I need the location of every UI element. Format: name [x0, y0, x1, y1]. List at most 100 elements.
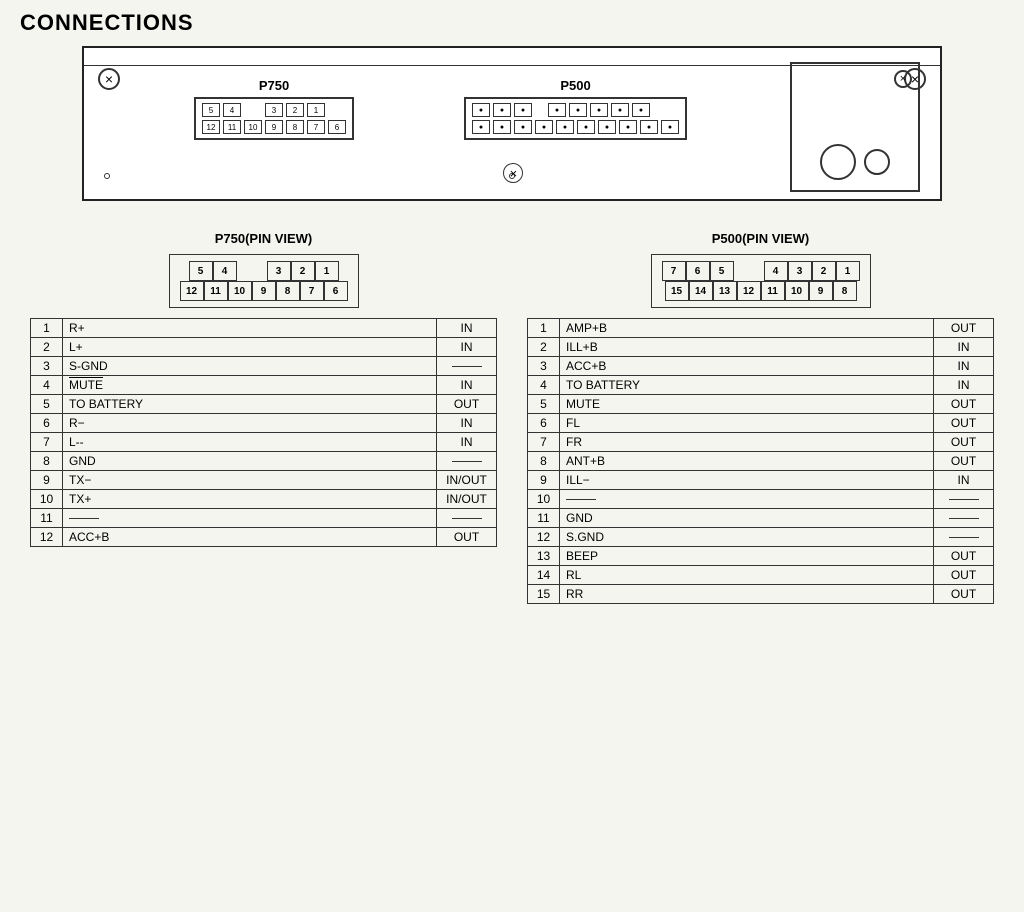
p500-pin-d5: ● — [556, 120, 574, 134]
pd-p500-1: 1 — [836, 261, 860, 281]
right-circles — [820, 144, 890, 180]
table-row: 2ILL+BIN — [528, 338, 994, 357]
pd-p500-gap — [734, 261, 764, 281]
pin-name: S.GND — [560, 528, 934, 547]
pin-direction — [934, 528, 994, 547]
table-row: 6R−IN — [31, 414, 497, 433]
p750-pin-4: 4 — [223, 103, 241, 117]
table-row: 7FROUT — [528, 433, 994, 452]
pin-direction: OUT — [934, 452, 994, 471]
pd-p500-3: 3 — [788, 261, 812, 281]
pin-direction: IN — [437, 414, 497, 433]
pin-name: FR — [560, 433, 934, 452]
table-row: 5MUTEOUT — [528, 395, 994, 414]
pin-name: R− — [63, 414, 437, 433]
p500-pin-d7: ● — [598, 120, 616, 134]
pin-name: TO BATTERY — [560, 376, 934, 395]
pin-name: RL — [560, 566, 934, 585]
pin-name: ILL+B — [560, 338, 934, 357]
p750-pin-11: 11 — [223, 120, 241, 134]
p750-conn-table: 1R+IN2L+IN3S-GND4MUTEIN5TO BATTERYOUT6R−… — [30, 318, 497, 547]
table-row: 8GND — [31, 452, 497, 471]
p750-diag-label: P750 — [259, 78, 289, 93]
pd-p750-2: 2 — [291, 261, 315, 281]
pin-number: 8 — [528, 452, 560, 471]
p750-pin-9: 9 — [265, 120, 283, 134]
pin-number: 11 — [31, 509, 63, 528]
pin-name: MUTE — [560, 395, 934, 414]
p500-table-block: P500(PIN VIEW) 7 6 5 4 3 2 1 15 14 13 12… — [527, 231, 994, 604]
right-connector-section — [790, 62, 920, 192]
table-row: 4MUTEIN — [31, 376, 497, 395]
pin-number: 15 — [528, 585, 560, 604]
pin-number: 6 — [528, 414, 560, 433]
pin-name: TO BATTERY — [63, 395, 437, 414]
table-row: 3ACC+BIN — [528, 357, 994, 376]
pin-name: FL — [560, 414, 934, 433]
pin-number: 10 — [528, 490, 560, 509]
pd-p500-6: 6 — [686, 261, 710, 281]
p750-table-block: P750(PIN VIEW) 5 4 3 2 1 12 11 10 9 8 7 … — [30, 231, 497, 547]
table-row: 2L+IN — [31, 338, 497, 357]
pd-p750-8: 8 — [276, 281, 300, 301]
pin-number: 7 — [528, 433, 560, 452]
pd-p500-8: 8 — [833, 281, 857, 301]
pin-name: S-GND — [63, 357, 437, 376]
pin-number: 7 — [31, 433, 63, 452]
table-row: 7L--IN — [31, 433, 497, 452]
p500-pin-d6: ● — [577, 120, 595, 134]
p750-center-gap — [244, 103, 262, 117]
pin-number: 5 — [528, 395, 560, 414]
pd-p750-4: 4 — [213, 261, 237, 281]
pin-number: 1 — [31, 319, 63, 338]
pin-number: 3 — [31, 357, 63, 376]
pin-name: ACC+B — [63, 528, 437, 547]
pin-name: R+ — [63, 319, 437, 338]
pin-direction — [934, 509, 994, 528]
pin-number: 6 — [31, 414, 63, 433]
table-row: 10 — [528, 490, 994, 509]
pin-name: RR — [560, 585, 934, 604]
pd-p750-12: 12 — [180, 281, 204, 301]
pin-name — [560, 490, 934, 509]
pin-number: 4 — [31, 376, 63, 395]
p750-row1: 5 4 3 2 1 — [202, 103, 346, 117]
pin-direction — [934, 490, 994, 509]
p750-connector-block: P750 5 4 3 2 1 12 11 10 9 8 7 6 — [194, 78, 354, 140]
p750-pin-7: 7 — [307, 120, 325, 134]
p500-pin-dot8: ● — [632, 103, 650, 117]
p500-pin-d2: ● — [493, 120, 511, 134]
table-row: 8ANT+BOUT — [528, 452, 994, 471]
pd-p500-5: 5 — [710, 261, 734, 281]
pd-p500-14: 14 — [689, 281, 713, 301]
pd-p500-7: 7 — [662, 261, 686, 281]
pin-name: GND — [560, 509, 934, 528]
pd-p750-9: 9 — [252, 281, 276, 301]
p750-diagram-row1: 5 4 3 2 1 — [189, 261, 339, 281]
pd-p500-9: 9 — [809, 281, 833, 301]
pin-number: 12 — [528, 528, 560, 547]
p500-pin-dot2: ● — [493, 103, 511, 117]
p500-pin-d3: ● — [514, 120, 532, 134]
pin-name — [63, 509, 437, 528]
table-row: 14RLOUT — [528, 566, 994, 585]
table-row: 9TX−IN/OUT — [31, 471, 497, 490]
pin-name: TX+ — [63, 490, 437, 509]
p500-pin-d8: ● — [619, 120, 637, 134]
p750-connector-drawing: 5 4 3 2 1 12 11 10 9 8 7 6 — [194, 97, 354, 140]
pin-direction: IN — [437, 433, 497, 452]
pin-direction: IN — [437, 376, 497, 395]
pin-number: 4 — [528, 376, 560, 395]
p750-row2: 12 11 10 9 8 7 6 — [202, 120, 346, 134]
p500-gap-top — [535, 103, 545, 117]
table-row: 9ILL−IN — [528, 471, 994, 490]
pin-direction: OUT — [934, 566, 994, 585]
pd-p750-6: 6 — [324, 281, 348, 301]
pd-p750-gap — [237, 261, 267, 281]
pin-direction: IN — [934, 338, 994, 357]
pin-name: AMP+B — [560, 319, 934, 338]
pd-p750-11: 11 — [204, 281, 228, 301]
table-row: 11GND — [528, 509, 994, 528]
p500-pin-dot3: ● — [514, 103, 532, 117]
pin-direction — [437, 357, 497, 376]
